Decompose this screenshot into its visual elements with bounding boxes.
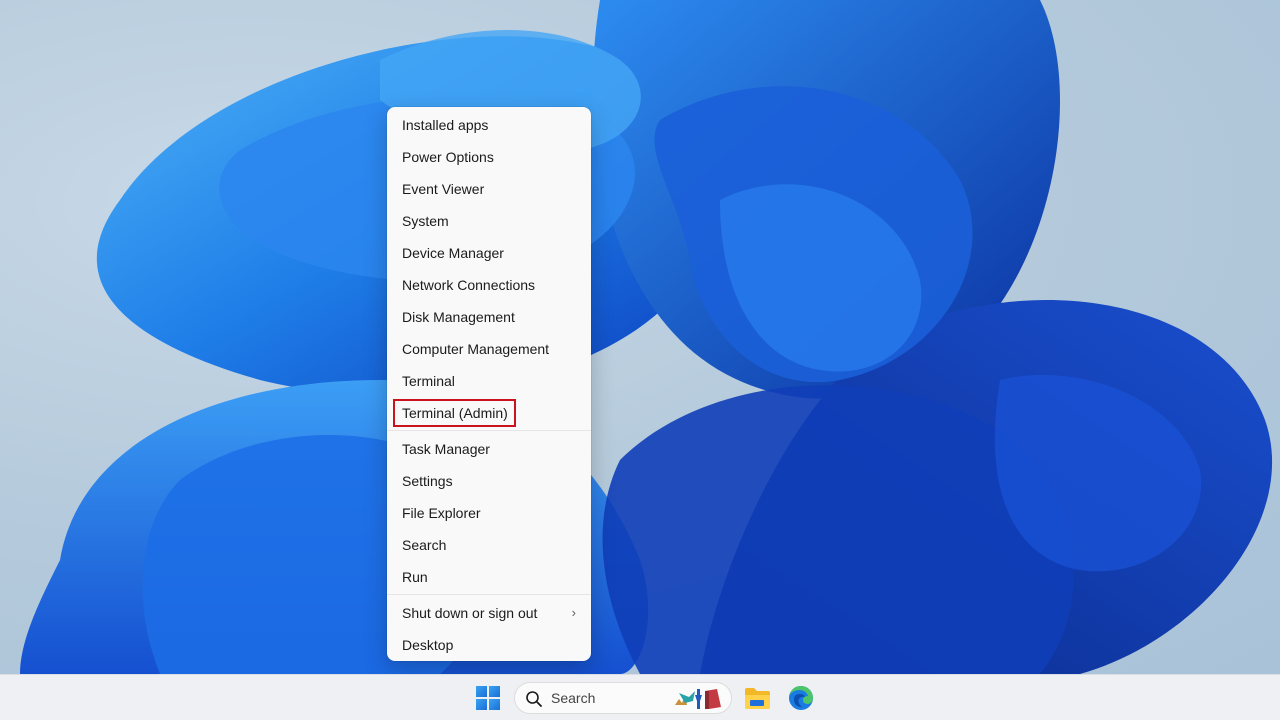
search-placeholder: Search bbox=[551, 690, 596, 706]
menu-item-search[interactable]: Search bbox=[387, 529, 591, 561]
menu-item-label: Shut down or sign out bbox=[402, 605, 538, 621]
menu-item-file-explorer[interactable]: File Explorer bbox=[387, 497, 591, 529]
menu-item-label: Desktop bbox=[402, 637, 454, 653]
menu-item-desktop[interactable]: Desktop bbox=[387, 629, 591, 661]
menu-item-label: System bbox=[402, 213, 449, 229]
search-icon bbox=[526, 691, 542, 707]
menu-separator bbox=[387, 430, 591, 431]
menu-item-run[interactable]: Run bbox=[387, 561, 591, 593]
menu-item-installed-apps[interactable]: Installed apps bbox=[387, 109, 591, 141]
menu-item-label: Terminal bbox=[402, 373, 455, 389]
menu-item-label: Power Options bbox=[402, 149, 494, 165]
menu-item-terminal[interactable]: Terminal bbox=[387, 365, 591, 397]
menu-separator bbox=[387, 594, 591, 595]
menu-item-system[interactable]: System bbox=[387, 205, 591, 237]
menu-item-computer-management[interactable]: Computer Management bbox=[387, 333, 591, 365]
highlight-box: Terminal (Admin) bbox=[393, 399, 516, 427]
menu-item-task-manager[interactable]: Task Manager bbox=[387, 433, 591, 465]
menu-item-label: Device Manager bbox=[402, 245, 504, 261]
menu-item-power-options[interactable]: Power Options bbox=[387, 141, 591, 173]
taskbar-app-file-explorer[interactable] bbox=[744, 687, 770, 709]
taskbar-app-edge[interactable] bbox=[788, 685, 814, 711]
folder-icon bbox=[745, 688, 770, 709]
search-highlight-icon bbox=[675, 689, 721, 709]
edge-icon bbox=[789, 686, 813, 710]
menu-item-label: Computer Management bbox=[402, 341, 550, 357]
menu-item-label: File Explorer bbox=[402, 505, 481, 521]
menu-item-event-viewer[interactable]: Event Viewer bbox=[387, 173, 591, 205]
menu-item-network-connections[interactable]: Network Connections bbox=[387, 269, 591, 301]
menu-item-label: Terminal (Admin) bbox=[402, 405, 508, 421]
menu-item-label: Network Connections bbox=[402, 277, 536, 293]
chevron-right-icon: › bbox=[571, 605, 576, 620]
start-button[interactable] bbox=[476, 686, 500, 710]
menu-item-label: Installed apps bbox=[402, 117, 489, 133]
menu-item-label: Search bbox=[402, 537, 447, 553]
menu-item-label: Event Viewer bbox=[402, 181, 485, 197]
menu-item-settings[interactable]: Settings bbox=[387, 465, 591, 497]
menu-item-label: Settings bbox=[402, 473, 453, 489]
menu-item-label: Task Manager bbox=[402, 441, 490, 457]
menu-item-label: Disk Management bbox=[402, 309, 515, 325]
menu-item-terminal-admin[interactable]: Terminal (Admin) bbox=[387, 397, 591, 429]
winx-context-menu: Installed apps Power Options Event Viewe… bbox=[387, 107, 591, 661]
desktop: Installed apps Power Options Event Viewe… bbox=[0, 0, 1280, 674]
menu-item-shut-down-or-sign-out[interactable]: Shut down or sign out › bbox=[387, 597, 591, 629]
menu-item-disk-management[interactable]: Disk Management bbox=[387, 301, 591, 333]
menu-item-device-manager[interactable]: Device Manager bbox=[387, 237, 591, 269]
wallpaper-bloom bbox=[20, 0, 1273, 674]
taskbar: Search bbox=[0, 674, 1280, 720]
taskbar-search-box[interactable]: Search bbox=[514, 682, 732, 714]
menu-item-label: Run bbox=[402, 569, 428, 585]
